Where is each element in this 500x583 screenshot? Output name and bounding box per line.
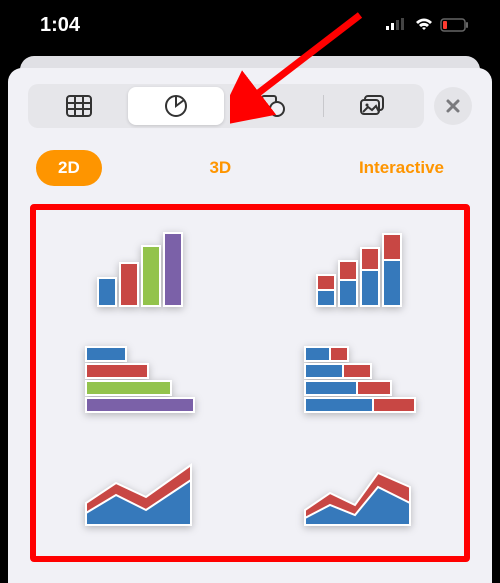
battery-low-icon [440,18,470,32]
tab-shape[interactable] [226,87,321,125]
sub-tab-3d[interactable]: 3D [189,150,251,186]
topbar [28,84,472,128]
pie-chart-icon [164,94,188,118]
sub-tab-interactive[interactable]: Interactive [339,150,464,186]
wifi-icon [414,18,434,32]
option-column-chart[interactable] [46,224,235,312]
tab-media[interactable] [326,87,421,125]
status-icons [386,18,470,32]
option-area-chart[interactable] [46,448,235,536]
sub-tab-2d[interactable]: 2D [36,150,102,186]
option-horizontal-bar-chart[interactable] [46,336,235,424]
segmented-control [28,84,424,128]
table-icon [66,95,92,117]
tab-table[interactable] [31,87,126,125]
cellular-icon [386,18,408,32]
option-stacked-column-chart[interactable] [265,224,454,312]
shapes-icon [260,94,286,118]
chart-dimension-tabs: 2D 3D Interactive [36,150,464,186]
divider [323,95,324,117]
status-bar: 1:04 [0,0,500,50]
tab-chart[interactable] [128,87,223,125]
option-stacked-area-chart[interactable] [265,448,454,536]
chart-options-highlighted [30,204,470,562]
media-icon [359,95,387,117]
close-button[interactable] [434,87,472,125]
option-stacked-horizontal-bar-chart[interactable] [265,336,454,424]
close-icon [445,98,461,114]
status-time: 1:04 [40,14,80,37]
insert-panel: 2D 3D Interactive [8,68,492,583]
